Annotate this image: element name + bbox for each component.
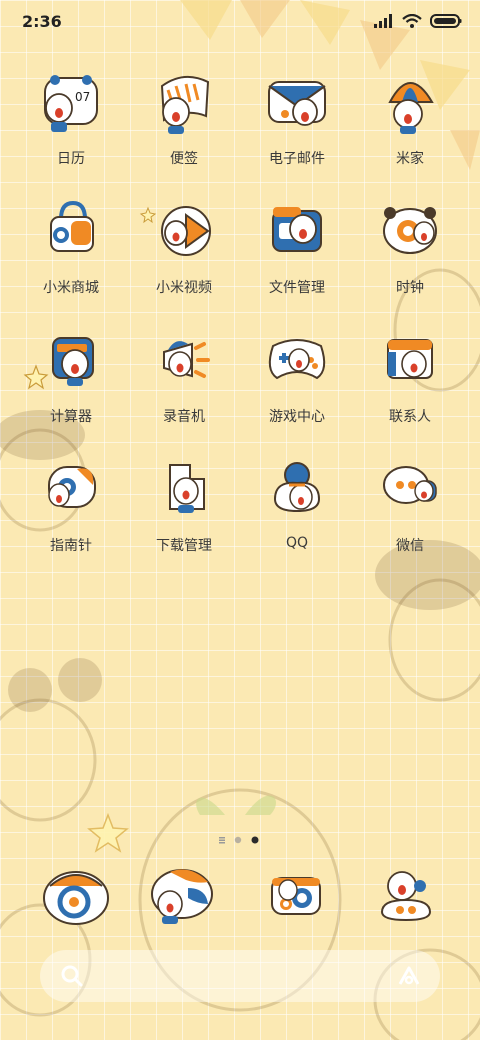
app-mijia[interactable]: 米家 (360, 68, 460, 178)
search-icon[interactable] (60, 964, 84, 992)
wechat-icon (372, 455, 448, 531)
app-file-manager[interactable]: 文件管理 (247, 197, 347, 307)
messages-icon[interactable] (142, 860, 222, 936)
app-label: 电子邮件 (269, 151, 325, 167)
browser-icon[interactable] (366, 860, 446, 936)
clock-icon (372, 197, 448, 273)
calculator-icon (33, 326, 109, 402)
app-qq[interactable]: QQ (247, 455, 347, 565)
mi-video-icon (146, 197, 222, 273)
app-label: 日历 (57, 151, 85, 167)
app-calculator[interactable]: 计算器 (21, 326, 121, 436)
mi-store-icon (33, 197, 109, 273)
app-compass[interactable]: 指南针 (21, 455, 121, 565)
app-label: 计算器 (50, 409, 92, 425)
app-notes[interactable]: 便签 (134, 68, 234, 178)
app-label: 小米视频 (156, 280, 212, 296)
app-label: 游戏中心 (269, 409, 325, 425)
recorder-icon (146, 326, 222, 402)
search-bar[interactable] (40, 950, 440, 1002)
mijia-icon (372, 68, 448, 144)
game-center-icon (259, 326, 335, 402)
app-label: 米家 (396, 151, 424, 167)
app-mi-video[interactable]: 小米视频 (134, 197, 234, 307)
app-label: 联系人 (389, 409, 431, 425)
app-contacts[interactable]: 联系人 (360, 326, 460, 436)
phone-icon[interactable] (36, 860, 116, 936)
app-label: 时钟 (396, 280, 424, 296)
app-label: 下载管理 (156, 538, 212, 554)
app-label: QQ (285, 535, 309, 551)
app-clock[interactable]: 时钟 (360, 197, 460, 307)
app-label: 便签 (170, 151, 198, 167)
app-label: 文件管理 (269, 280, 325, 296)
app-email[interactable]: 电子邮件 (247, 68, 347, 178)
notes-icon (146, 68, 222, 144)
app-label: 微信 (396, 538, 424, 554)
status-time: 2:36 (22, 12, 62, 31)
contacts-icon (372, 326, 448, 402)
app-recorder[interactable]: 录音机 (134, 326, 234, 436)
dock (0, 860, 480, 940)
camera-icon[interactable] (256, 860, 336, 936)
app-mi-store[interactable]: 小米商城 (21, 197, 121, 307)
calendar-icon: 07 (33, 68, 109, 144)
status-bar: 2:36 (0, 0, 480, 42)
app-label: 录音机 (163, 409, 205, 425)
assistant-icon[interactable] (396, 964, 422, 992)
app-game-center[interactable]: 游戏中心 (247, 326, 347, 436)
compass-icon (33, 455, 109, 531)
app-label: 指南针 (50, 538, 92, 554)
calendar-date: 07 (75, 90, 91, 104)
app-downloads[interactable]: 下载管理 (134, 455, 234, 565)
file-manager-icon (259, 197, 335, 273)
qq-icon (259, 455, 335, 531)
page-indicator[interactable] (0, 830, 480, 849)
app-label: 小米商城 (43, 280, 99, 296)
app-wechat[interactable]: 微信 (360, 455, 460, 565)
battery-icon (430, 13, 462, 32)
wifi-icon (402, 13, 422, 32)
signal-icon (374, 13, 394, 32)
app-calendar[interactable]: 07 日历 (21, 68, 121, 178)
email-icon (259, 68, 335, 144)
downloads-icon (146, 455, 222, 531)
page-dots (219, 836, 259, 844)
